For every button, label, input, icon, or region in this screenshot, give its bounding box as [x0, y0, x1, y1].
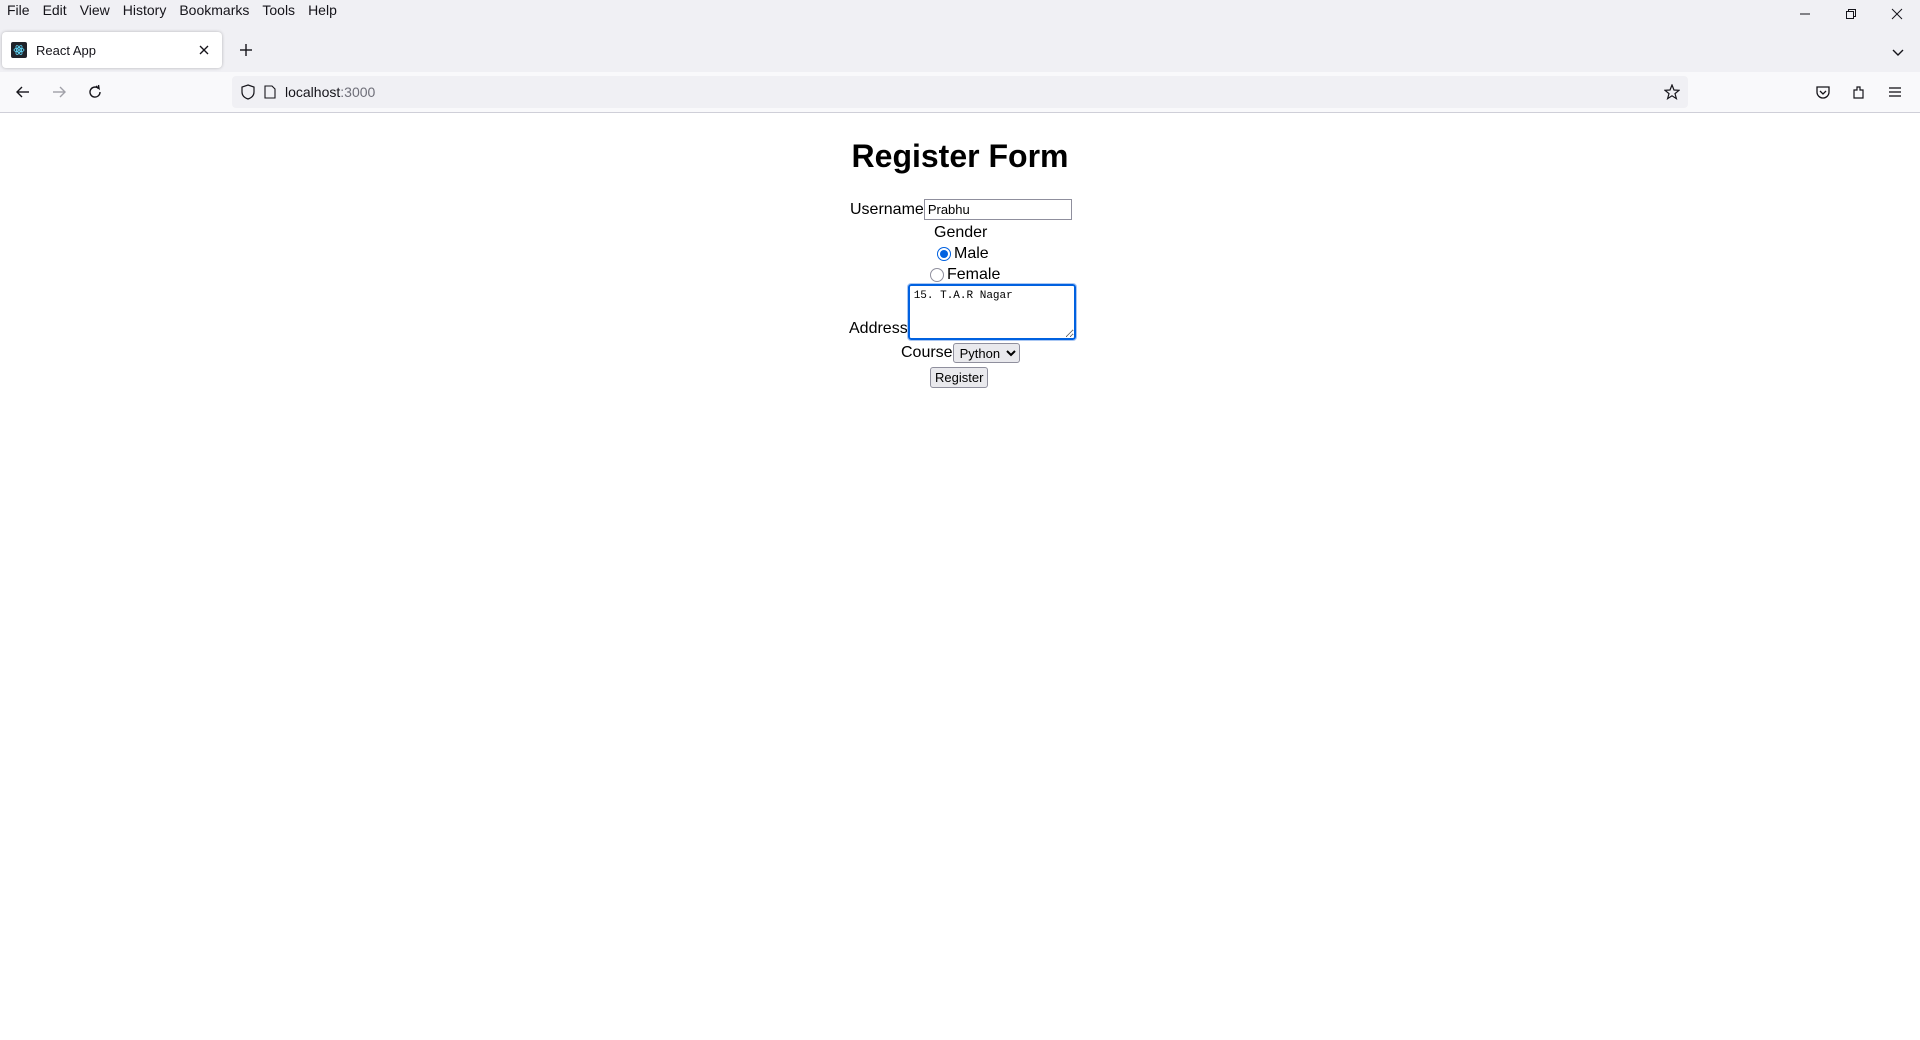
tab-title: React App [36, 42, 96, 58]
url-host: localhost [285, 84, 341, 100]
reload-icon [89, 84, 101, 98]
page-icon [264, 85, 276, 99]
menu-tools[interactable]: Tools [262, 2, 295, 18]
arrow-left-icon [16, 86, 29, 98]
react-favicon-icon [11, 42, 27, 58]
male-radio[interactable] [937, 246, 951, 261]
female-radio[interactable] [930, 267, 944, 282]
new-tab-button[interactable] [234, 38, 258, 62]
list-all-tabs-button[interactable] [1888, 42, 1908, 62]
restore-icon [1846, 9, 1856, 19]
pocket-icon [1816, 86, 1830, 99]
course-row: Course Python [901, 343, 1020, 363]
menu-edit[interactable]: Edit [43, 2, 67, 18]
address-label: Address [849, 320, 908, 337]
puzzle-icon [1853, 86, 1864, 99]
gender-label: Gender [934, 224, 988, 241]
extensions-button[interactable] [1845, 78, 1873, 106]
arrow-right-icon [53, 86, 66, 98]
star-icon[interactable] [1664, 84, 1680, 100]
shield-icon[interactable] [241, 84, 255, 100]
tab-close-button[interactable] [194, 40, 214, 60]
menu-file[interactable]: File [7, 2, 30, 18]
female-label: Female [947, 266, 1001, 283]
plus-icon [240, 44, 252, 56]
username-label: Username [850, 201, 924, 218]
menu-history[interactable]: History [123, 2, 167, 18]
forward-button[interactable] [45, 78, 73, 106]
reload-button[interactable] [81, 78, 109, 106]
url-port: :3000 [340, 84, 376, 100]
close-icon [199, 45, 209, 55]
menu-bar: File Edit View History Bookmarks Tools H… [0, 0, 1920, 20]
tab-react-app[interactable]: React App [2, 32, 222, 68]
minimize-icon [1800, 13, 1810, 15]
close-icon [1891, 8, 1903, 20]
address-row: Address 15. T.A.R Nagar [849, 283, 1077, 341]
navigation-bar: localhost:3000 [0, 72, 1920, 113]
course-select[interactable]: Python [952, 343, 1020, 363]
register-row: Register [930, 367, 989, 388]
course-label: Course [901, 344, 953, 361]
menu-help[interactable]: Help [308, 2, 337, 18]
tab-strip: React App [0, 20, 1920, 72]
page-title: Register Form [851, 138, 1069, 174]
hamburger-icon [1889, 87, 1901, 97]
username-input[interactable] [923, 199, 1072, 220]
pocket-button[interactable] [1809, 78, 1837, 106]
back-button[interactable] [9, 78, 37, 106]
gender-option-female[interactable]: Female [930, 266, 1000, 284]
male-label: Male [954, 245, 989, 262]
address-textarea[interactable]: 15. T.A.R Nagar [906, 283, 1077, 341]
chevron-down-icon [1892, 49, 1904, 56]
gender-option-male[interactable]: Male [937, 245, 989, 263]
register-button[interactable]: Register [930, 367, 989, 388]
menu-button[interactable] [1881, 78, 1909, 106]
username-row: Username [850, 199, 1072, 220]
menu-bookmarks[interactable]: Bookmarks [179, 2, 249, 18]
url-bar[interactable]: localhost:3000 [232, 76, 1688, 108]
menu-view[interactable]: View [80, 2, 110, 18]
